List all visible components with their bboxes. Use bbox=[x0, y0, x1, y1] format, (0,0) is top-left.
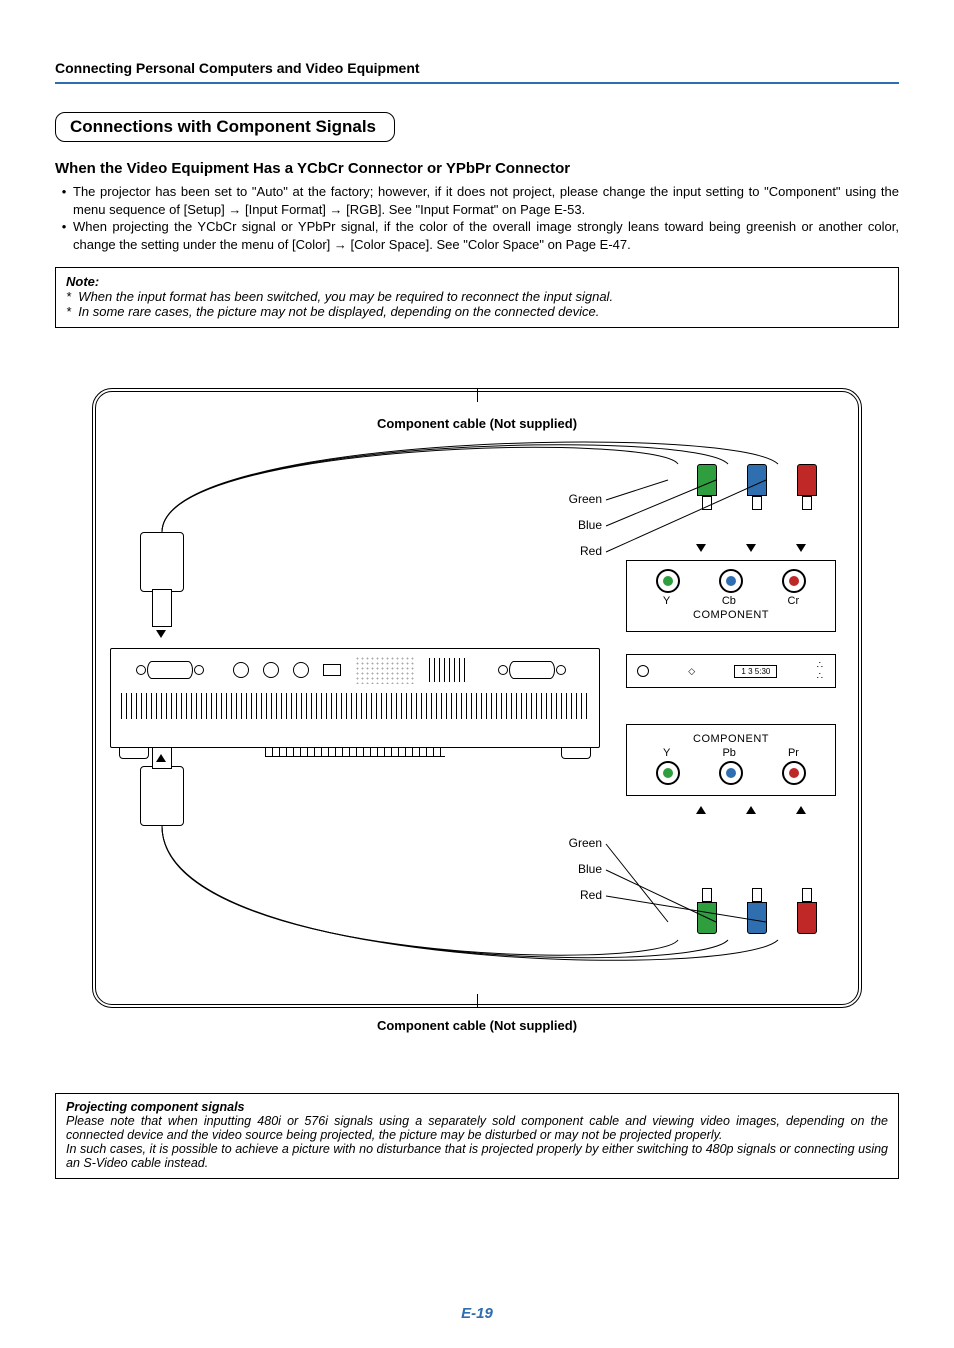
display-readout: 1 3 5:30 bbox=[734, 665, 777, 678]
component-label: COMPONENT bbox=[637, 733, 825, 745]
color-labels-top: Green Blue Red bbox=[569, 492, 602, 570]
diagram: Component cable (Not supplied) Y bbox=[92, 388, 862, 1033]
jack-label: Cb bbox=[722, 595, 736, 607]
vent-slots-icon bbox=[265, 747, 445, 757]
arrow-up-icon bbox=[746, 806, 756, 814]
projector-foot-icon bbox=[561, 747, 591, 759]
jack-label: Pr bbox=[788, 747, 799, 759]
arrow-down-icon bbox=[696, 544, 706, 552]
usb-port-icon bbox=[323, 664, 341, 676]
rca-plug-blue-icon bbox=[746, 464, 768, 514]
color-label: Green bbox=[569, 836, 602, 862]
jack-panel-ycbcr: Y Cb Cr COMPONENT bbox=[626, 560, 836, 632]
bullet-marker: • bbox=[55, 183, 73, 218]
rca-jack-red-icon bbox=[782, 569, 806, 593]
rca-jack-green-icon bbox=[656, 569, 680, 593]
bullet-text: The projector has been set to "Auto" at … bbox=[73, 183, 899, 218]
device-strip: ◇ 1 3 5:30 ∴∴ bbox=[626, 654, 836, 688]
diagram-frame: Component cable (Not supplied) Y bbox=[92, 388, 862, 1008]
rca-plug-red-icon bbox=[796, 464, 818, 514]
vga-port-icon bbox=[147, 661, 193, 679]
rca-plug-green-icon bbox=[696, 884, 718, 934]
color-label: Red bbox=[569, 888, 602, 914]
plug-row-bottom bbox=[696, 884, 818, 934]
plug-row-top bbox=[696, 464, 818, 514]
audio-port-icon bbox=[293, 662, 309, 678]
arrow-down-icon bbox=[746, 544, 756, 552]
vga-plug-icon bbox=[140, 766, 184, 826]
vga-plug-icon bbox=[140, 532, 184, 592]
rca-plug-blue-icon bbox=[746, 884, 768, 934]
cable-label-bottom: Component cable (Not supplied) bbox=[92, 1018, 862, 1033]
arrow-down-icon bbox=[796, 544, 806, 552]
stub-line bbox=[477, 994, 478, 1008]
note-text: When the input format has been switched,… bbox=[78, 289, 613, 304]
arrow-down-icon bbox=[156, 630, 166, 638]
jack-label: Pb bbox=[722, 747, 735, 759]
bullet-marker: • bbox=[55, 218, 73, 253]
bullet-text: When projecting the YCbCr signal or YPbP… bbox=[73, 218, 899, 253]
note-box: Note: * When the input format has been s… bbox=[55, 267, 899, 328]
speaker-grille-icon bbox=[355, 656, 415, 684]
subheading: When the Video Equipment Has a YCbCr Con… bbox=[55, 160, 899, 177]
projector-foot-icon bbox=[119, 747, 149, 759]
button-cluster-icon: ∴∴ bbox=[817, 660, 825, 682]
color-label: Green bbox=[569, 492, 602, 518]
bottom-note-body: Please note that when inputting 480i or … bbox=[66, 1114, 888, 1170]
audio-port-icon bbox=[263, 662, 279, 678]
knob-icon: ◇ bbox=[688, 666, 695, 677]
jack-panel-ypbpr: COMPONENT Y Pb Pr bbox=[626, 724, 836, 796]
rca-plug-red-icon bbox=[796, 884, 818, 934]
color-labels-bottom: Green Blue Red bbox=[569, 836, 602, 914]
rca-jack-red-icon bbox=[782, 761, 806, 785]
bullet-list: • The projector has been set to "Auto" a… bbox=[55, 183, 899, 253]
rca-jack-blue-icon bbox=[719, 761, 743, 785]
color-label: Blue bbox=[569, 862, 602, 888]
section-title: Connections with Component Signals bbox=[55, 112, 395, 142]
rca-jack-green-icon bbox=[656, 761, 680, 785]
cable-label-top: Component cable (Not supplied) bbox=[114, 416, 840, 431]
note-title: Note: bbox=[66, 274, 888, 289]
page-number: E-19 bbox=[0, 1305, 954, 1322]
arrow-up-icon bbox=[696, 806, 706, 814]
rca-plug-green-icon bbox=[696, 464, 718, 514]
vga-port-icon bbox=[509, 661, 555, 679]
component-label: COMPONENT bbox=[637, 609, 825, 621]
port-icon bbox=[637, 665, 649, 677]
note-line: * In some rare cases, the picture may no… bbox=[66, 304, 888, 319]
jack-label: Cr bbox=[788, 595, 800, 607]
jack-label: Y bbox=[663, 595, 670, 607]
note-line: * When the input format has been switche… bbox=[66, 289, 888, 304]
vent-icon bbox=[429, 658, 469, 682]
jack-label: Y bbox=[663, 747, 670, 759]
page-header: Connecting Personal Computers and Video … bbox=[55, 60, 899, 84]
color-label: Red bbox=[569, 544, 602, 570]
color-label: Blue bbox=[569, 518, 602, 544]
bottom-note-box: Projecting component signals Please note… bbox=[55, 1093, 899, 1179]
note-text: In some rare cases, the picture may not … bbox=[78, 304, 599, 319]
bottom-note-title: Projecting component signals bbox=[66, 1100, 888, 1114]
projector-icon bbox=[110, 648, 600, 748]
stub-line bbox=[477, 388, 478, 402]
rca-jack-blue-icon bbox=[719, 569, 743, 593]
svideo-port-icon bbox=[233, 662, 249, 678]
arrow-up-icon bbox=[796, 806, 806, 814]
